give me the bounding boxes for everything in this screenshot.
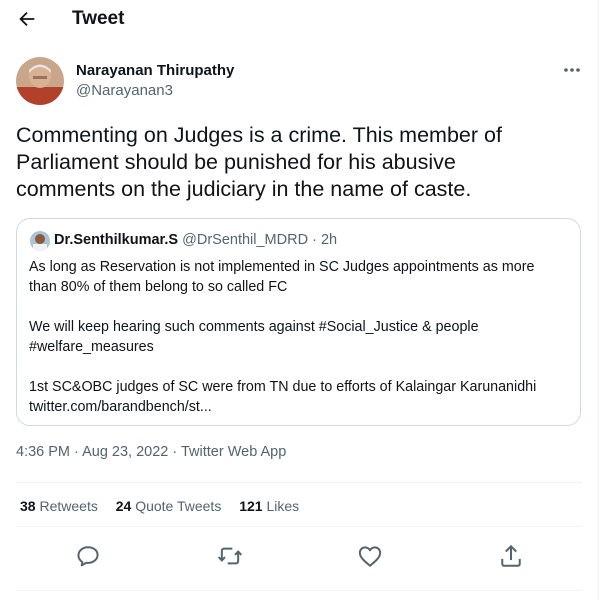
quoted-author-name: Dr.Senthilkumar.S [54, 232, 179, 248]
quoted-separator: · [312, 232, 317, 248]
quoted-author-handle: @DrSenthil_MDRD [182, 232, 309, 248]
tweet-source[interactable]: Twitter Web App [181, 444, 286, 460]
quoted-text: As long as Reservation is not implemente… [29, 259, 537, 415]
retweets-count: 38 [20, 498, 36, 514]
author-name[interactable]: Narayanan Thirupathy [76, 62, 234, 79]
author-avatar[interactable] [16, 57, 64, 105]
likes-stat[interactable]: 121 Likes [239, 498, 299, 514]
likes-count: 121 [239, 498, 263, 514]
quoted-tweet[interactable]: Dr.Senthilkumar.S @DrSenthil_MDRD · 2h A… [16, 218, 581, 426]
reply-icon[interactable] [74, 542, 102, 570]
quote-tweets-count: 24 [115, 498, 132, 514]
author-handle[interactable]: @Narayanan3 [76, 82, 173, 99]
like-icon[interactable] [356, 542, 384, 570]
page-title: Tweet [72, 8, 125, 29]
retweet-icon[interactable] [216, 542, 244, 570]
engagement-stats: 38 Retweets 24 Quote Tweets 121 Likes [20, 498, 313, 514]
share-icon[interactable] [497, 542, 525, 570]
likes-label: Likes [266, 498, 300, 514]
meta-separator: · [168, 444, 181, 460]
page-header: Tweet [0, 0, 598, 40]
quoted-author-avatar [30, 231, 50, 251]
more-options-icon[interactable] [558, 60, 586, 80]
quote-tweets-stat[interactable]: 24 Quote Tweets [116, 498, 222, 514]
tweet-timestamp[interactable]: 4:36 PM · Aug 23, 2022 [16, 444, 168, 460]
retweets-label: Retweets [39, 498, 98, 514]
quote-tweets-label: Quote Tweets [135, 498, 222, 514]
quoted-header: Dr.Senthilkumar.S @DrSenthil_MDRD · 2h [54, 232, 337, 248]
divider [16, 526, 582, 527]
tweet-metadata: 4:36 PM · Aug 23, 2022 · Twitter Web App [16, 444, 286, 460]
tweet-text: Commenting on Judges is a crime. This me… [16, 123, 502, 201]
quoted-time: 2h [320, 232, 338, 248]
back-arrow-icon[interactable] [16, 8, 38, 30]
tweet-page: Tweet Narayanan Thirupathy @Narayanan3 C… [0, 0, 599, 600]
divider [16, 482, 582, 483]
divider [16, 590, 582, 591]
retweets-stat[interactable]: 38 Retweets [20, 498, 98, 514]
